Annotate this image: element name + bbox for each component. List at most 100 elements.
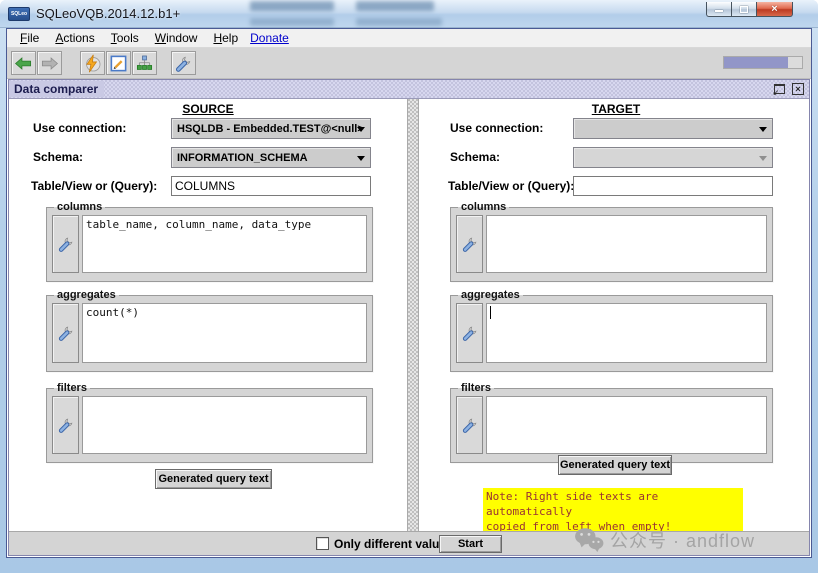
source-table-label: Table/View or (Query): [31, 179, 158, 193]
background-artifact [250, 1, 334, 11]
background-artifact [250, 18, 334, 26]
target-connection-select[interactable] [573, 118, 773, 139]
data-comparer-content: SOURCE Use connection: HSQLDB - Embedded… [9, 99, 809, 535]
toolbar [7, 48, 811, 79]
wrench-icon [461, 324, 479, 342]
chevron-down-icon [357, 127, 365, 132]
source-schema-select[interactable]: INFORMATION_SCHEMA [171, 147, 371, 168]
close-button[interactable]: × [756, 2, 793, 17]
footer-bar: Only different values Start [9, 531, 809, 555]
data-comparer-button[interactable] [171, 51, 196, 75]
text-caret [490, 306, 491, 319]
only-different-values-label: Only different values [334, 537, 453, 551]
frame-restore-button[interactable] [772, 82, 786, 97]
menu-bar: File Actions Tools Window Help Donate [7, 29, 811, 48]
target-columns-group: columns [450, 201, 773, 282]
only-different-values-checkbox[interactable] [316, 537, 329, 550]
lightning-icon [86, 54, 101, 72]
schema-tree-button[interactable] [132, 51, 157, 75]
menu-tools[interactable]: Tools [103, 31, 147, 45]
forward-button[interactable] [37, 51, 62, 75]
source-table-input[interactable] [171, 176, 371, 196]
target-columns-textarea[interactable] [486, 215, 767, 273]
source-schema-label: Schema: [33, 150, 84, 164]
split-pane-divider[interactable] [407, 99, 419, 532]
target-schema-label: Schema: [450, 150, 501, 164]
source-aggregates-group-label: aggregates [57, 289, 116, 301]
window-controls: × [706, 2, 793, 17]
target-use-connection-label: Use connection: [450, 121, 544, 135]
restore-icon [773, 84, 785, 97]
data-comparer-titlebar: Data comparer × [9, 80, 809, 99]
source-aggregates-group: aggregates count(*) [46, 289, 373, 372]
wrench-icon [57, 324, 75, 342]
source-filters-group-label: filters [57, 382, 87, 394]
source-columns-group-label: columns [57, 201, 103, 213]
frame-close-icon: × [792, 83, 804, 95]
minimize-button[interactable] [706, 2, 731, 17]
app-icon: SQLeo [8, 7, 30, 21]
wrench-icon [57, 235, 75, 253]
edit-query-button[interactable] [106, 51, 131, 75]
target-header: TARGET [591, 102, 641, 116]
source-filters-textarea[interactable] [82, 396, 367, 454]
back-button[interactable] [11, 51, 36, 75]
background-artifact [356, 18, 442, 26]
maximize-icon [740, 5, 748, 13]
frame-close-button[interactable]: × [791, 82, 805, 96]
wrench-icon [461, 235, 479, 253]
data-comparer-title: Data comparer [9, 81, 105, 97]
target-aggregates-textarea[interactable] [486, 303, 767, 363]
auto-copy-note: Note: Right side texts are automatically… [483, 488, 743, 535]
edit-pencil-icon [110, 55, 127, 71]
target-columns-wrench-button[interactable] [456, 215, 483, 273]
target-aggregates-group: aggregates [450, 289, 773, 372]
target-table-input[interactable] [573, 176, 773, 196]
target-aggregates-group-label: aggregates [461, 289, 520, 301]
progress-bar [723, 56, 803, 69]
source-columns-wrench-button[interactable] [52, 215, 79, 273]
target-aggregates-wrench-button[interactable] [456, 303, 483, 363]
chevron-down-icon [759, 156, 767, 161]
source-header: SOURCE [182, 102, 234, 116]
run-query-button[interactable] [80, 51, 105, 75]
target-table-label: Table/View or (Query): [448, 179, 575, 193]
source-aggregates-wrench-button[interactable] [52, 303, 79, 363]
target-filters-group: filters [450, 382, 773, 463]
source-generated-query-button[interactable]: Generated query text [155, 469, 272, 489]
target-columns-group-label: columns [461, 201, 507, 213]
chevron-down-icon [759, 127, 767, 132]
target-filters-group-label: filters [461, 382, 491, 394]
source-filters-wrench-button[interactable] [52, 396, 79, 454]
menu-actions[interactable]: Actions [47, 31, 102, 45]
source-columns-group: columns table_name, column_name, data_ty… [46, 201, 373, 282]
app-frame: File Actions Tools Window Help Donate Da… [6, 28, 812, 558]
source-filters-group: filters [46, 382, 373, 463]
back-arrow-icon [14, 56, 32, 70]
target-generated-query-button[interactable]: Generated query text [558, 455, 672, 475]
hierarchy-icon [136, 55, 153, 70]
menu-file[interactable]: File [12, 31, 47, 45]
background-artifact [356, 1, 434, 11]
wrench-icon [57, 416, 75, 434]
window-title: SQLeoVQB.2014.12.b1+ [36, 6, 181, 21]
target-filters-wrench-button[interactable] [456, 396, 483, 454]
data-comparer-frame: Data comparer × SOURCE Use connection: H… [8, 79, 810, 556]
menu-donate-link[interactable]: Donate [246, 31, 293, 45]
source-columns-textarea[interactable]: table_name, column_name, data_type [82, 215, 367, 273]
source-connection-select[interactable]: HSQLDB - Embedded.TEST@<null> [171, 118, 371, 139]
chevron-down-icon [357, 156, 365, 161]
close-icon: × [771, 3, 778, 15]
menu-window[interactable]: Window [147, 31, 206, 45]
minimize-icon [715, 10, 723, 12]
application-window: SQLeo SQLeoVQB.2014.12.b1+ × File Action… [0, 0, 818, 573]
menu-help[interactable]: Help [205, 31, 246, 45]
source-use-connection-label: Use connection: [33, 121, 127, 135]
window-titlebar: SQLeo SQLeoVQB.2014.12.b1+ × [0, 0, 818, 28]
wrench-icon [174, 54, 193, 73]
start-button[interactable]: Start [439, 535, 502, 553]
source-aggregates-textarea[interactable]: count(*) [82, 303, 367, 363]
maximize-button[interactable] [731, 2, 756, 17]
target-filters-textarea[interactable] [486, 396, 767, 454]
wrench-icon [461, 416, 479, 434]
